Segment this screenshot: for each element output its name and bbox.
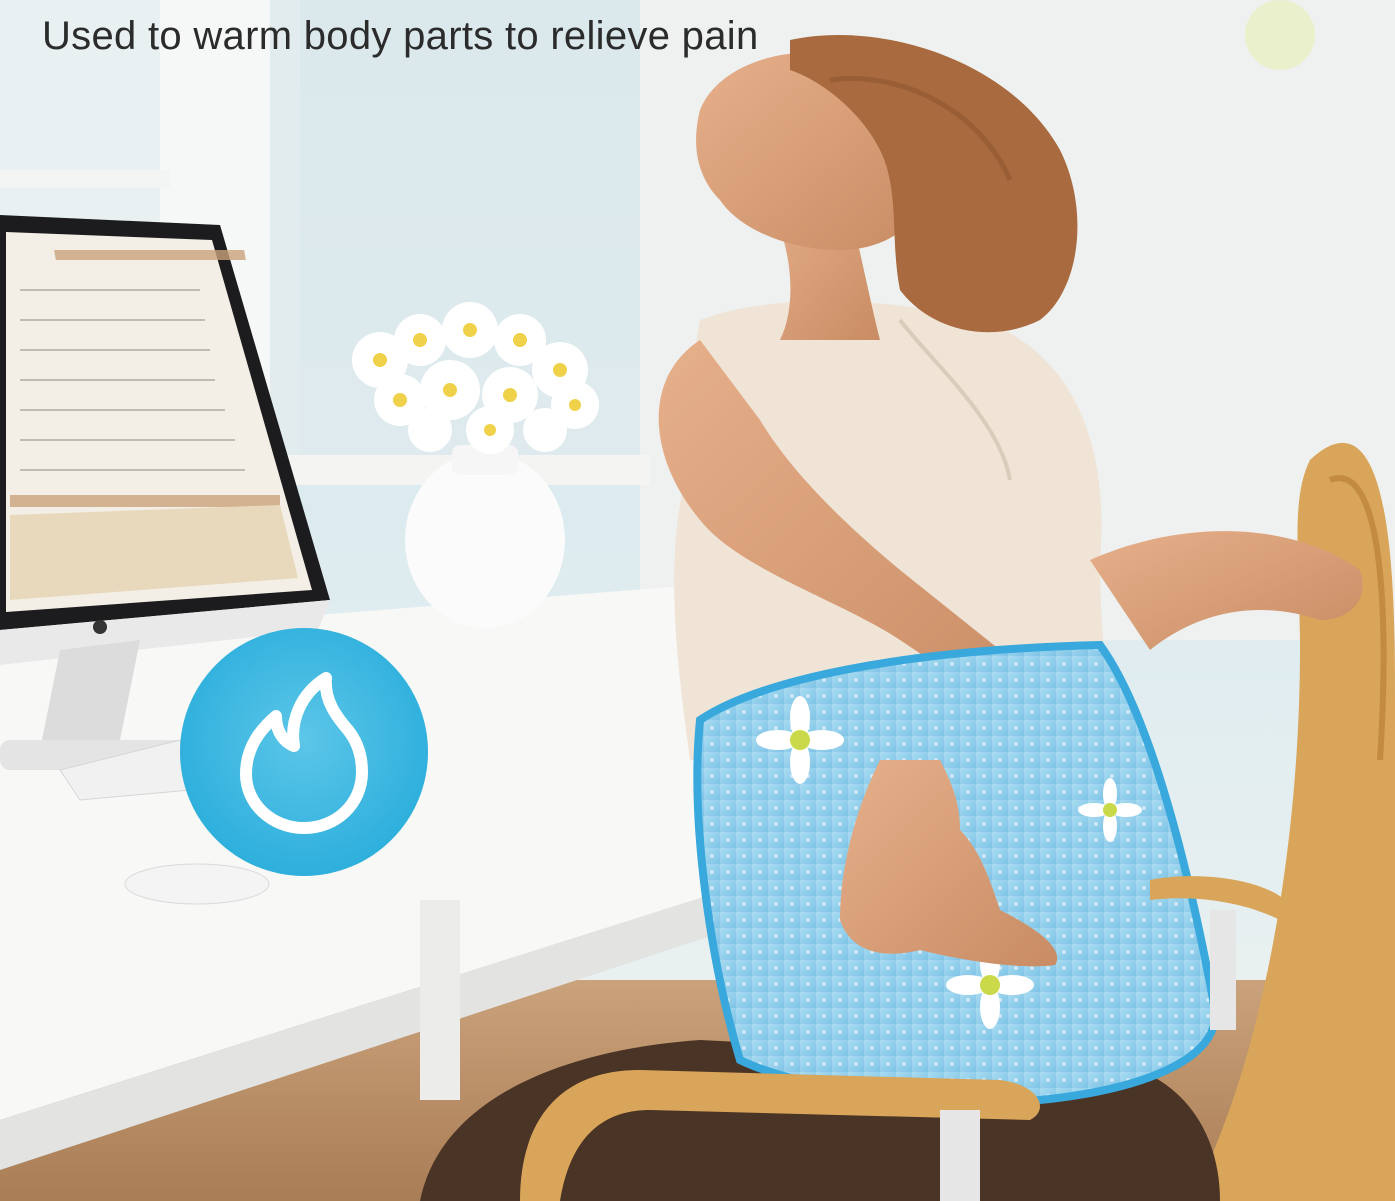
product-image: Used to warm body parts to relieve pain [0, 0, 1395, 1201]
flame-icon [240, 672, 368, 834]
heat-badge [180, 628, 428, 876]
office-scene-illustration [0, 0, 1395, 1201]
headline-text: Used to warm body parts to relieve pain [42, 14, 759, 58]
